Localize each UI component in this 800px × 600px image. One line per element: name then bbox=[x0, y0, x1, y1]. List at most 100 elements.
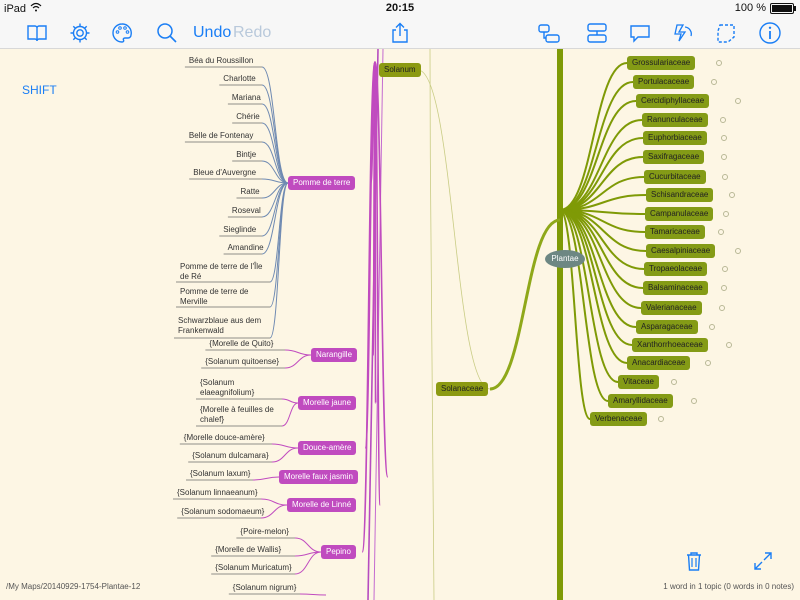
species-synonym[interactable]: {Morelle douce-amère} bbox=[184, 433, 265, 443]
family-topic[interactable]: Cucurbitaceae bbox=[644, 170, 706, 184]
potato-variety[interactable]: Bintje bbox=[236, 150, 256, 160]
family-topic[interactable]: Euphorbiaceae bbox=[643, 131, 707, 145]
family-topic[interactable]: Amaryllidaceae bbox=[608, 394, 673, 408]
fullscreen-icon[interactable] bbox=[750, 548, 776, 574]
connector-line bbox=[269, 182, 289, 308]
connector-line bbox=[294, 551, 322, 575]
connector-line bbox=[261, 84, 289, 184]
species-synonym[interactable]: {Morelle à feuilles de chalef} bbox=[200, 405, 282, 425]
species-synonym[interactable]: {Solanum nigrum} bbox=[233, 583, 297, 593]
info-icon[interactable] bbox=[757, 20, 783, 46]
collapse-dot[interactable] bbox=[715, 60, 722, 66]
family-topic[interactable]: Asparagaceae bbox=[636, 320, 698, 334]
potato-variety[interactable]: Schwarzblaue aus dem Frankenwald bbox=[178, 316, 270, 336]
family-topic[interactable]: Vitaceae bbox=[618, 375, 659, 389]
topic-solanaceae[interactable]: Solanaceae bbox=[436, 382, 489, 396]
collapse-dot[interactable] bbox=[734, 98, 741, 104]
species-6[interactable]: Pepino bbox=[321, 545, 356, 559]
battery-percent: 100 % bbox=[734, 2, 766, 14]
mind-map-canvas[interactable]: Solanum Solanaceae Béa du Roussillon Charlo… bbox=[0, 49, 800, 600]
connector-line bbox=[261, 141, 289, 184]
toolbar: Undo Redo bbox=[0, 18, 800, 49]
species-synonym[interactable]: {Solanum Muricatum} bbox=[215, 563, 291, 573]
connector-line bbox=[271, 447, 299, 463]
family-topic[interactable]: Xanthorrhoeaceae bbox=[632, 338, 708, 352]
potato-variety[interactable]: Mariana bbox=[232, 93, 261, 103]
connector-line bbox=[417, 69, 491, 390]
connector-line bbox=[374, 61, 377, 404]
potato-variety[interactable]: Belle de Fontenay bbox=[189, 131, 254, 141]
species-synonym[interactable]: {Solanum quitoense} bbox=[205, 357, 279, 367]
connector-line bbox=[294, 537, 322, 553]
connector-line bbox=[281, 402, 299, 427]
topic-solanum[interactable]: Solanum bbox=[379, 63, 421, 77]
potato-variety[interactable]: Sieglinde bbox=[223, 225, 256, 235]
species-synonym[interactable]: {Solanum laxum} bbox=[190, 469, 250, 479]
palette-icon[interactable] bbox=[109, 20, 135, 46]
family-topic[interactable]: Anacardiaceae bbox=[627, 356, 691, 370]
family-topic[interactable]: Grossulariaceae bbox=[627, 56, 696, 70]
family-topic[interactable]: Campanulaceae bbox=[645, 207, 714, 221]
search-icon[interactable] bbox=[154, 20, 180, 46]
family-topic[interactable]: Valerianaceae bbox=[641, 301, 702, 315]
family-topic[interactable]: Cercidiphyllaceae bbox=[636, 94, 710, 108]
connector-line bbox=[284, 349, 312, 356]
share-icon[interactable] bbox=[387, 20, 413, 46]
redo-button[interactable]: Redo bbox=[233, 24, 271, 42]
family-topic[interactable]: Caesalpiniaceae bbox=[646, 244, 716, 258]
species-synonym[interactable]: {Morelle de Quito} bbox=[209, 339, 273, 349]
family-topic[interactable]: Tamaricaceae bbox=[645, 225, 705, 239]
callout-icon[interactable] bbox=[627, 20, 653, 46]
species-2[interactable]: Morelle jaune bbox=[298, 396, 357, 410]
species-synonym[interactable]: {Poire-melon} bbox=[240, 527, 288, 537]
species-synonym[interactable]: {Solanum linnaeanum} bbox=[177, 488, 258, 498]
word-counter: 1 word in 1 topic (0 words in 0 notes) bbox=[663, 582, 794, 591]
family-topic[interactable]: Balsaminaceae bbox=[643, 281, 708, 295]
battery-icon bbox=[770, 2, 796, 14]
map-path: /My Maps/20140929-1754-Plantae-12 bbox=[6, 582, 141, 591]
species-synonym[interactable]: {Solanum sodomaeum} bbox=[181, 507, 264, 517]
book-icon[interactable] bbox=[24, 20, 50, 46]
relationship-icon[interactable] bbox=[670, 20, 696, 46]
potato-variety[interactable]: Pomme de terre de l'Île de Ré bbox=[180, 262, 270, 282]
connector-line bbox=[252, 476, 280, 481]
connector-line bbox=[260, 498, 288, 506]
species-5[interactable]: Morelle de Linné bbox=[287, 498, 357, 512]
potato-variety[interactable]: Charlotte bbox=[223, 74, 255, 84]
clock: 20:15 bbox=[385, 2, 415, 14]
family-topic[interactable]: Saxifragaceae bbox=[643, 150, 705, 164]
potato-variety[interactable]: Béa du Roussillon bbox=[189, 56, 253, 66]
collapse-dot[interactable] bbox=[734, 248, 741, 254]
connector-line bbox=[261, 182, 289, 218]
family-topic[interactable]: Ranunculaceae bbox=[642, 113, 708, 127]
species-3[interactable]: Douce-amère bbox=[298, 441, 357, 455]
connector-line bbox=[559, 137, 644, 211]
species-synonym[interactable]: {Solanum elaeagnifolium} bbox=[200, 378, 282, 398]
family-topic[interactable]: Verbenaceae bbox=[590, 412, 648, 426]
family-topic[interactable]: Schisandraceae bbox=[646, 188, 714, 202]
species-0[interactable]: Pomme de terre bbox=[288, 176, 356, 190]
potato-variety[interactable]: Roseval bbox=[232, 206, 261, 216]
species-synonym[interactable]: {Solanum dulcamara} bbox=[192, 451, 269, 461]
species-1[interactable]: Narangille bbox=[311, 348, 358, 362]
potato-variety[interactable]: Pomme de terre de Merville bbox=[180, 287, 270, 307]
species-4[interactable]: Morelle faux jasmin bbox=[279, 470, 358, 484]
gear-icon[interactable] bbox=[67, 20, 93, 46]
family-topic[interactable]: Tropaeolaceae bbox=[644, 262, 708, 276]
potato-variety[interactable]: Amandine bbox=[228, 243, 264, 253]
potato-variety[interactable]: Ratte bbox=[241, 187, 260, 197]
boundary-icon[interactable] bbox=[713, 20, 739, 46]
potato-variety[interactable]: Bleue d'Auvergne bbox=[193, 168, 256, 178]
add-sibling-icon[interactable] bbox=[584, 20, 610, 46]
potato-variety[interactable]: Chérie bbox=[236, 112, 260, 122]
collapse-dot[interactable] bbox=[670, 379, 677, 385]
species-synonym[interactable]: {Morelle de Wallis} bbox=[215, 545, 281, 555]
solanaceae-trunk bbox=[429, 49, 435, 600]
family-topic[interactable]: Portulacaceae bbox=[633, 75, 695, 89]
add-subtopic-icon[interactable] bbox=[536, 20, 562, 46]
central-topic-plantae[interactable]: Plantae bbox=[545, 250, 585, 268]
collapse-dot[interactable] bbox=[725, 342, 732, 348]
trash-icon[interactable] bbox=[681, 548, 707, 574]
undo-button[interactable]: Undo bbox=[193, 24, 231, 42]
connector-line bbox=[489, 218, 561, 391]
